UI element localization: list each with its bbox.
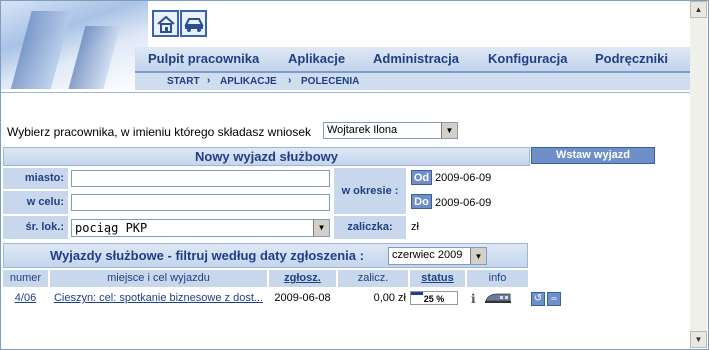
employee-label: Wybierz pracownika, w imieniu którego sk… (7, 125, 312, 139)
employee-select[interactable]: Wojtarek Ilona ▼ (323, 122, 458, 139)
period-label: w okresie : (334, 168, 406, 214)
transport-label: śr. lok.: (3, 216, 68, 239)
main-nav: Pulpit pracownika Aplikacje Administracj… (135, 47, 690, 73)
top-icon-bar (152, 10, 207, 37)
trip-description-link[interactable]: Cieszyn: cel: spotkanie biznesowe z dost… (50, 289, 267, 307)
status-progress-text: 25 % (423, 294, 445, 304)
breadcrumb-start[interactable]: START (167, 76, 200, 87)
dropdown-arrow-icon: ▼ (313, 220, 329, 236)
nav-item-pulpit[interactable]: Pulpit pracownika (148, 51, 259, 66)
month-filter-select[interactable]: czerwiec 2009 ▼ (388, 247, 487, 265)
employee-select-value: Wojtarek Ilona (327, 124, 398, 136)
filter-title-text: Wyjazdy służbowe - filtruj według daty z… (50, 248, 364, 263)
col-zgloszenie-sort[interactable]: zgłosz. (269, 270, 336, 287)
month-filter-value: czerwiec 2009 (392, 249, 463, 261)
col-numer: numer (3, 270, 48, 287)
nav-item-podreczniki[interactable]: Podręczniki (595, 51, 668, 66)
chevron-right-icon: › (288, 75, 292, 86)
col-zaliczka: zalicz. (338, 270, 408, 287)
details-icon[interactable]: ∞ (547, 292, 561, 306)
purpose-input[interactable] (71, 194, 330, 211)
dropdown-arrow-icon: ▼ (470, 248, 486, 264)
insert-trip-button[interactable]: Wstaw wyjazd (531, 147, 655, 164)
col-info: info (467, 270, 528, 287)
breadcrumb-polecenia[interactable]: POLECENIA (301, 76, 359, 87)
from-date-value[interactable]: 2009-06-09 (435, 172, 491, 184)
city-input[interactable] (71, 170, 330, 187)
transport-select-value: pociąg PKP (75, 221, 148, 235)
chevron-right-icon: › (207, 75, 211, 86)
status-progress-bar: 25 % (410, 291, 458, 305)
vertical-scrollbar[interactable]: ▲ ▼ (690, 1, 707, 348)
transport-select[interactable]: pociąg PKP ▼ (71, 219, 330, 237)
advance-value[interactable]: zł (411, 221, 419, 233)
city-label: miasto: (3, 168, 68, 189)
home-icon[interactable] (152, 10, 179, 37)
divider (1, 92, 691, 93)
purpose-label: w celu: (3, 191, 68, 214)
from-date-button[interactable]: Od (411, 170, 432, 185)
dropdown-arrow-icon: ▼ (441, 123, 457, 138)
scroll-down-icon[interactable]: ▼ (690, 331, 707, 348)
train-icon[interactable] (484, 292, 512, 307)
nav-item-administracja[interactable]: Administracja (373, 51, 459, 66)
trip-report-date: 2009-06-08 (274, 292, 331, 304)
col-status-sort[interactable]: status (410, 270, 465, 287)
col-miejsce: miejsce i cel wyjazdu (50, 270, 267, 287)
advance-label: zaliczka: (334, 216, 406, 239)
header-banner-image (1, 1, 148, 89)
refresh-icon[interactable]: ↺ (531, 292, 545, 306)
trip-advance: 0,00 zł (373, 292, 406, 304)
scroll-up-icon[interactable]: ▲ (690, 1, 707, 18)
car-icon[interactable] (180, 10, 207, 37)
nav-item-konfiguracja[interactable]: Konfiguracja (488, 51, 567, 66)
to-date-value[interactable]: 2009-06-09 (435, 197, 491, 209)
trip-number-link[interactable]: 4/06 (3, 289, 48, 307)
info-icon[interactable]: i (471, 292, 476, 306)
new-trip-title: Nowy wyjazd służbowy (3, 147, 530, 166)
breadcrumb-aplikacje[interactable]: APLIKACJE (220, 76, 277, 87)
breadcrumb: START › APLIKACJE › POLECENIA (135, 73, 690, 90)
to-date-button[interactable]: Do (411, 194, 432, 209)
nav-item-aplikacje[interactable]: Aplikacje (288, 51, 345, 66)
